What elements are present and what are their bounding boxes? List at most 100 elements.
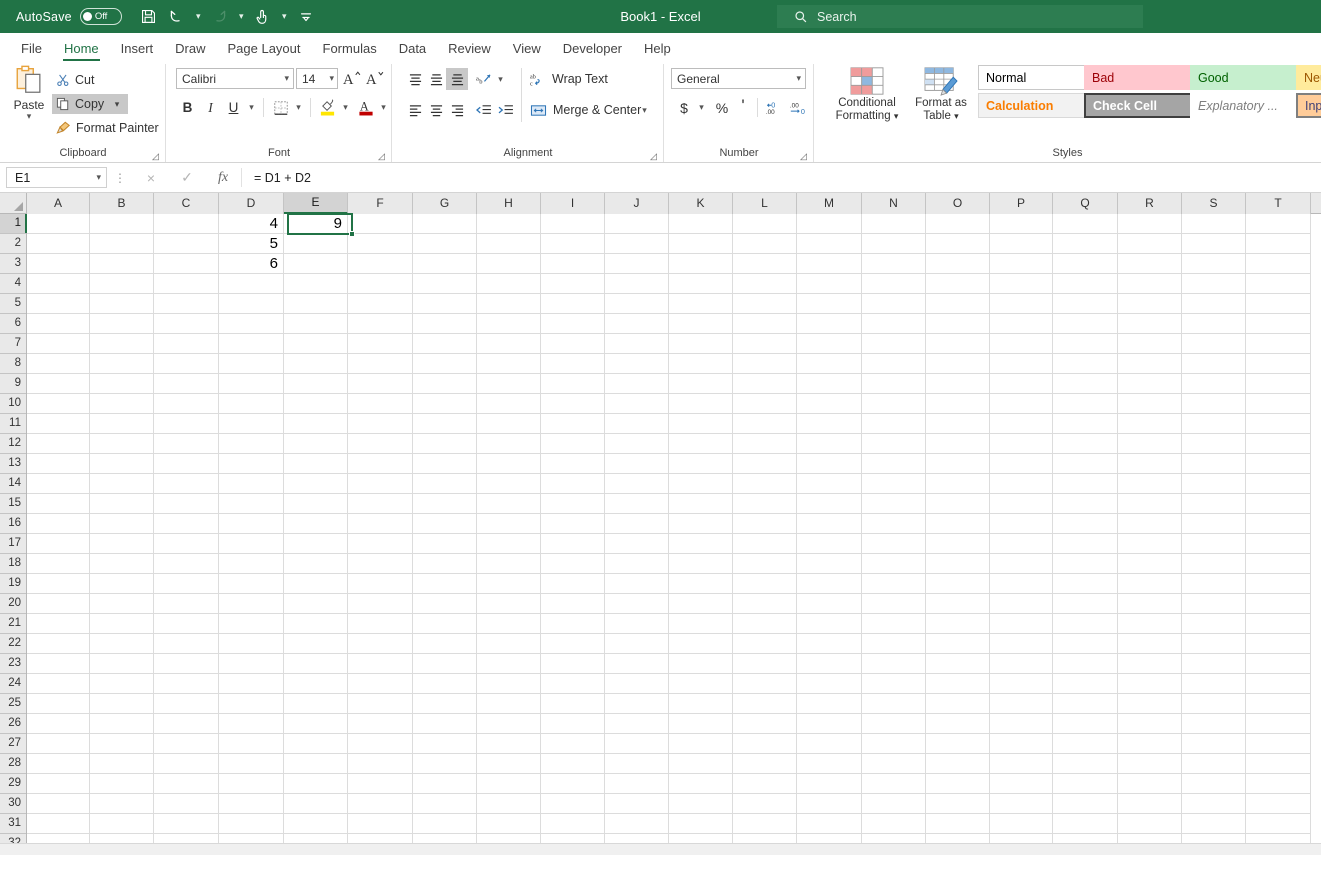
align-center-button[interactable] [425, 99, 447, 121]
cell-A30[interactable] [27, 794, 90, 814]
align-right-button[interactable] [446, 99, 468, 121]
cell-A2[interactable] [27, 234, 90, 254]
cell-O23[interactable] [926, 654, 990, 674]
cell-K31[interactable] [669, 814, 733, 834]
cell-R28[interactable] [1118, 754, 1182, 774]
cell-T15[interactable] [1246, 494, 1311, 514]
cell-style-bad[interactable]: Bad [1084, 65, 1196, 90]
touch-mode-icon[interactable] [250, 4, 276, 30]
cell-B3[interactable] [90, 254, 154, 274]
cell-C9[interactable] [154, 374, 219, 394]
cell-S24[interactable] [1182, 674, 1246, 694]
cell-P25[interactable] [990, 694, 1053, 714]
cell-C17[interactable] [154, 534, 219, 554]
cell-J26[interactable] [605, 714, 669, 734]
cell-C5[interactable] [154, 294, 219, 314]
cell-Q1[interactable] [1053, 214, 1118, 234]
cell-O24[interactable] [926, 674, 990, 694]
cell-L2[interactable] [733, 234, 797, 254]
cell-T14[interactable] [1246, 474, 1311, 494]
cell-Q13[interactable] [1053, 454, 1118, 474]
cell-A3[interactable] [27, 254, 90, 274]
cell-M18[interactable] [797, 554, 862, 574]
cell-style-input[interactable]: Input [1296, 93, 1321, 118]
cell-D8[interactable] [219, 354, 284, 374]
column-header-A[interactable]: A [27, 193, 90, 214]
cell-O26[interactable] [926, 714, 990, 734]
cell-I4[interactable] [541, 274, 605, 294]
cell-J6[interactable] [605, 314, 669, 334]
cell-D4[interactable] [219, 274, 284, 294]
cell-E15[interactable] [284, 494, 348, 514]
cell-F30[interactable] [348, 794, 413, 814]
cell-D12[interactable] [219, 434, 284, 454]
cell-K17[interactable] [669, 534, 733, 554]
cell-J23[interactable] [605, 654, 669, 674]
cell-C19[interactable] [154, 574, 219, 594]
cell-H17[interactable] [477, 534, 541, 554]
cell-C24[interactable] [154, 674, 219, 694]
cell-S25[interactable] [1182, 694, 1246, 714]
cell-C14[interactable] [154, 474, 219, 494]
cell-M27[interactable] [797, 734, 862, 754]
cell-O27[interactable] [926, 734, 990, 754]
cell-J5[interactable] [605, 294, 669, 314]
align-bottom-button[interactable] [446, 68, 468, 90]
cell-F26[interactable] [348, 714, 413, 734]
cell-Q20[interactable] [1053, 594, 1118, 614]
tab-review[interactable]: Review [437, 38, 502, 61]
customize-qat-icon[interactable] [293, 4, 319, 30]
cell-M20[interactable] [797, 594, 862, 614]
cell-style-check-cell[interactable]: Check Cell [1084, 93, 1196, 118]
cell-F8[interactable] [348, 354, 413, 374]
cell-N24[interactable] [862, 674, 926, 694]
cell-E22[interactable] [284, 634, 348, 654]
cell-L13[interactable] [733, 454, 797, 474]
cell-B15[interactable] [90, 494, 154, 514]
cell-F16[interactable] [348, 514, 413, 534]
cell-Q3[interactable] [1053, 254, 1118, 274]
cell-B19[interactable] [90, 574, 154, 594]
cell-I25[interactable] [541, 694, 605, 714]
cell-P29[interactable] [990, 774, 1053, 794]
cell-G15[interactable] [413, 494, 477, 514]
cell-G30[interactable] [413, 794, 477, 814]
cell-L20[interactable] [733, 594, 797, 614]
cell-M5[interactable] [797, 294, 862, 314]
cell-O14[interactable] [926, 474, 990, 494]
cell-L27[interactable] [733, 734, 797, 754]
cell-E18[interactable] [284, 554, 348, 574]
cell-D30[interactable] [219, 794, 284, 814]
cell-B18[interactable] [90, 554, 154, 574]
cell-style-neutral[interactable]: Neutral [1296, 65, 1321, 90]
cell-H29[interactable] [477, 774, 541, 794]
redo-dropdown-icon[interactable]: ▾ [235, 4, 248, 30]
cell-D21[interactable] [219, 614, 284, 634]
cell-E30[interactable] [284, 794, 348, 814]
cell-S18[interactable] [1182, 554, 1246, 574]
cell-Q27[interactable] [1053, 734, 1118, 754]
column-header-J[interactable]: J [605, 193, 669, 214]
cell-N25[interactable] [862, 694, 926, 714]
row-header-6[interactable]: 6 [0, 314, 26, 334]
cell-O30[interactable] [926, 794, 990, 814]
cell-O20[interactable] [926, 594, 990, 614]
cell-I6[interactable] [541, 314, 605, 334]
cell-M10[interactable] [797, 394, 862, 414]
cell-F25[interactable] [348, 694, 413, 714]
cell-R11[interactable] [1118, 414, 1182, 434]
percent-format-button[interactable]: % [712, 96, 732, 119]
font-color-dropdown-icon[interactable]: ▾ [376, 96, 391, 119]
cell-F31[interactable] [348, 814, 413, 834]
cell-P6[interactable] [990, 314, 1053, 334]
cell-N2[interactable] [862, 234, 926, 254]
cell-I24[interactable] [541, 674, 605, 694]
cell-M3[interactable] [797, 254, 862, 274]
cell-K4[interactable] [669, 274, 733, 294]
cell-M2[interactable] [797, 234, 862, 254]
row-header-18[interactable]: 18 [0, 554, 26, 574]
cell-O6[interactable] [926, 314, 990, 334]
cell-N29[interactable] [862, 774, 926, 794]
cell-H23[interactable] [477, 654, 541, 674]
cell-F17[interactable] [348, 534, 413, 554]
